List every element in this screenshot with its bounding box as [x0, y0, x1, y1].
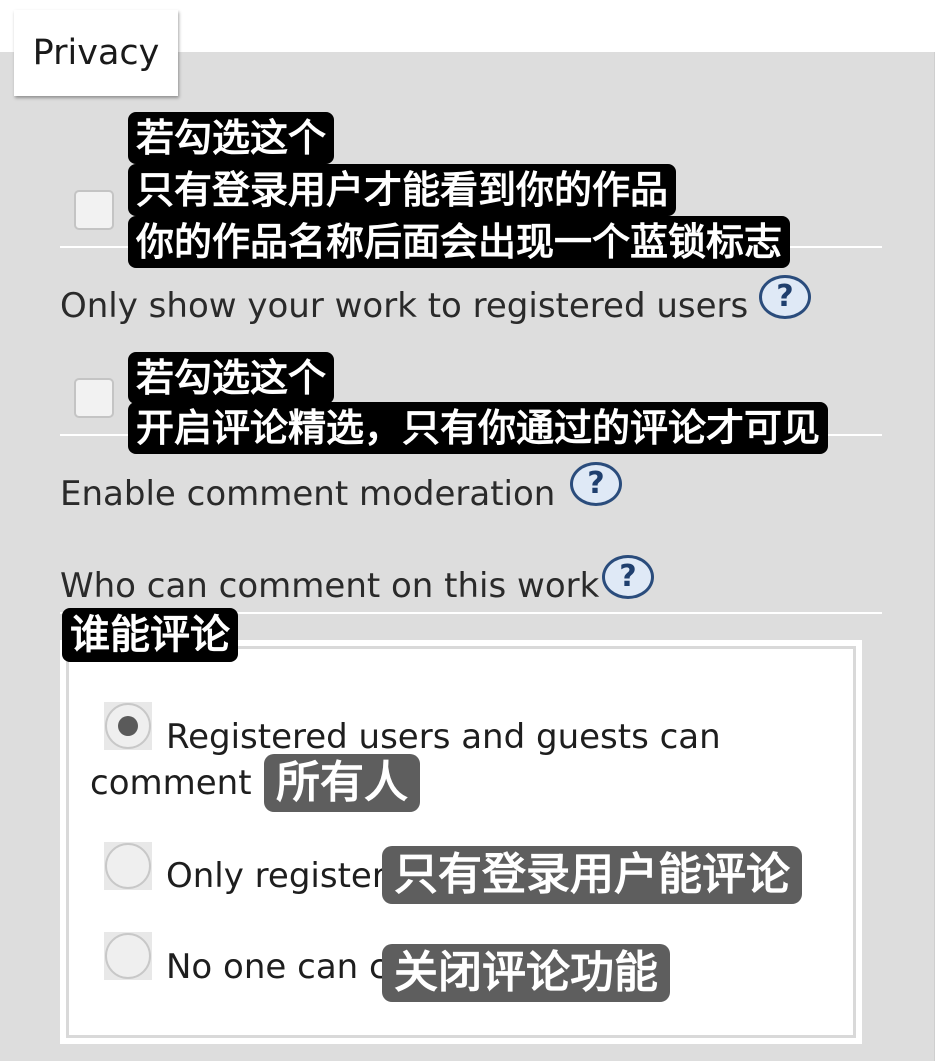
radio-registered-only[interactable] — [105, 843, 151, 889]
comment-moderation-label: Enable comment moderation — [60, 474, 556, 514]
tab-privacy[interactable]: Privacy — [14, 10, 178, 96]
caption-line: 只有登录用户才能看到你的作品 — [128, 164, 677, 216]
caption-line: 你的作品名称后面会出现一个蓝锁标志 — [128, 216, 791, 268]
caption-comments-off: 关闭评论功能 — [382, 944, 670, 1002]
help-icon[interactable]: ? — [602, 555, 654, 599]
caption-line: 若勾选这个 — [128, 352, 335, 404]
registered-only-checkbox[interactable] — [74, 190, 114, 230]
help-icon[interactable]: ? — [570, 462, 622, 506]
caption-who-can-comment: 谁能评论 — [62, 608, 238, 662]
caption-line: 若勾选这个 — [128, 112, 335, 164]
caption-everyone: 所有人 — [264, 754, 420, 812]
help-icon[interactable]: ? — [759, 275, 811, 319]
caption-registered-only: 只有登录用户能评论 — [382, 846, 802, 904]
caption-line: 开启评论精选，只有你通过的评论才可见 — [128, 402, 829, 454]
who-can-comment-label: Who can comment on this work — [60, 566, 600, 606]
tab-privacy-label: Privacy — [32, 33, 160, 73]
comment-moderation-checkbox[interactable] — [74, 378, 114, 418]
radio-no-one[interactable] — [105, 933, 151, 979]
registered-only-label: Only show your work to registered users — [60, 286, 749, 326]
